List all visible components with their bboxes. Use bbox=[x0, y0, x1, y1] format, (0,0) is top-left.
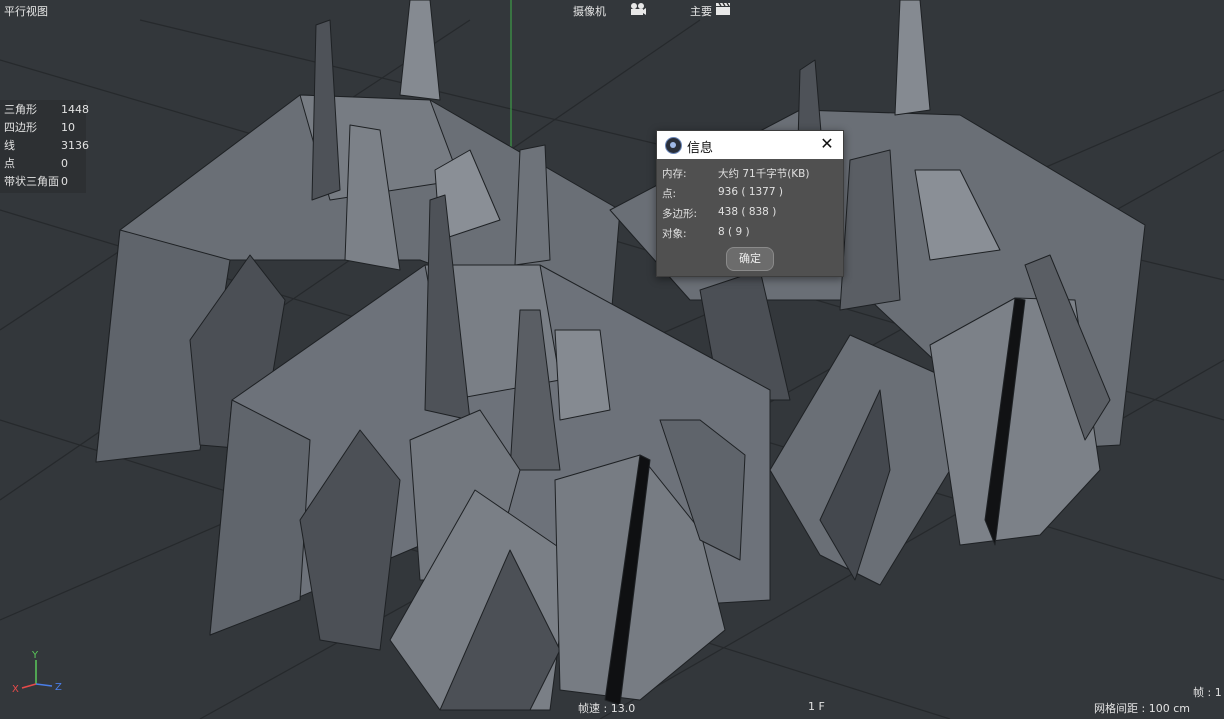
axis-x-label: X bbox=[12, 684, 19, 694]
info-label: 点: bbox=[662, 188, 677, 200]
stat-value: 1448 bbox=[61, 103, 89, 116]
stat-row-points: 点0 bbox=[0, 155, 86, 173]
viewport-footer: 帧速 : 13.0 1 F 网格间距 : 100 cm 帧 : 1 bbox=[0, 686, 1224, 719]
info-value: 大约 71千字节(KB) bbox=[718, 168, 810, 180]
camera-menu[interactable]: 摄像机 bbox=[573, 3, 606, 19]
ok-button[interactable]: 确定 bbox=[726, 247, 774, 271]
axis-gizmo: Y X Z bbox=[8, 648, 78, 697]
info-label: 内存: bbox=[662, 168, 687, 180]
stat-label: 带状三角面 bbox=[4, 175, 59, 188]
view-menu[interactable]: 平行视图 bbox=[4, 3, 48, 19]
clapperboard-icon[interactable] bbox=[715, 2, 731, 19]
axis-y-label: Y bbox=[31, 650, 39, 661]
stat-value: 0 bbox=[61, 157, 68, 170]
fps-readout: 帧速 : 13.0 bbox=[578, 702, 636, 715]
viewport-header: 平行视图 摄像机 主要 bbox=[0, 0, 1224, 20]
viewport-scene[interactable] bbox=[0, 0, 1224, 719]
stat-label: 四边形 bbox=[4, 121, 37, 134]
info-label: 对象: bbox=[662, 228, 687, 240]
stat-label: 点 bbox=[4, 157, 15, 170]
stat-value: 3136 bbox=[61, 139, 89, 152]
cinema4d-logo-icon bbox=[665, 137, 682, 154]
info-value: 936 ( 1377 ) bbox=[718, 186, 783, 198]
info-label: 多边形: bbox=[662, 208, 698, 220]
stat-value: 0 bbox=[61, 175, 68, 188]
frame-counter: 帧 : 1 bbox=[1193, 686, 1222, 699]
stat-label: 线 bbox=[4, 139, 15, 152]
camera-icon[interactable] bbox=[629, 2, 647, 19]
info-value: 8 ( 9 ) bbox=[718, 226, 750, 238]
display-menu[interactable]: 主要 bbox=[690, 3, 712, 19]
stat-row-lines: 线 3136 bbox=[0, 137, 89, 155]
stat-value: 10 bbox=[61, 121, 75, 134]
stat-label: 三角形 bbox=[4, 103, 37, 116]
dialog-title: 信息 bbox=[687, 141, 714, 156]
grid-spacing-readout: 网格间距 : 100 cm bbox=[1094, 702, 1190, 715]
frame-readout: 1 F bbox=[808, 700, 825, 713]
stat-row-triangles: 三角形 1448 bbox=[0, 101, 89, 119]
stat-row-quads: 四边形 10 bbox=[0, 119, 86, 137]
scene-stats-panel: 三角形 1448 四边形 10 线 3136 点0 带状三角面 0 bbox=[0, 100, 89, 193]
info-value: 438 ( 838 ) bbox=[718, 206, 777, 218]
stat-row-strips: 带状三角面 0 bbox=[0, 173, 86, 191]
close-icon[interactable]: ✕ bbox=[819, 135, 835, 153]
axis-z-label: Z bbox=[55, 682, 62, 693]
info-dialog: 信息 ✕ 内存: 大约 71千字节(KB) 点: 936 ( 1377 ) 多边形:… bbox=[656, 130, 844, 277]
dialog-titlebar[interactable]: 信息 ✕ bbox=[657, 131, 843, 159]
